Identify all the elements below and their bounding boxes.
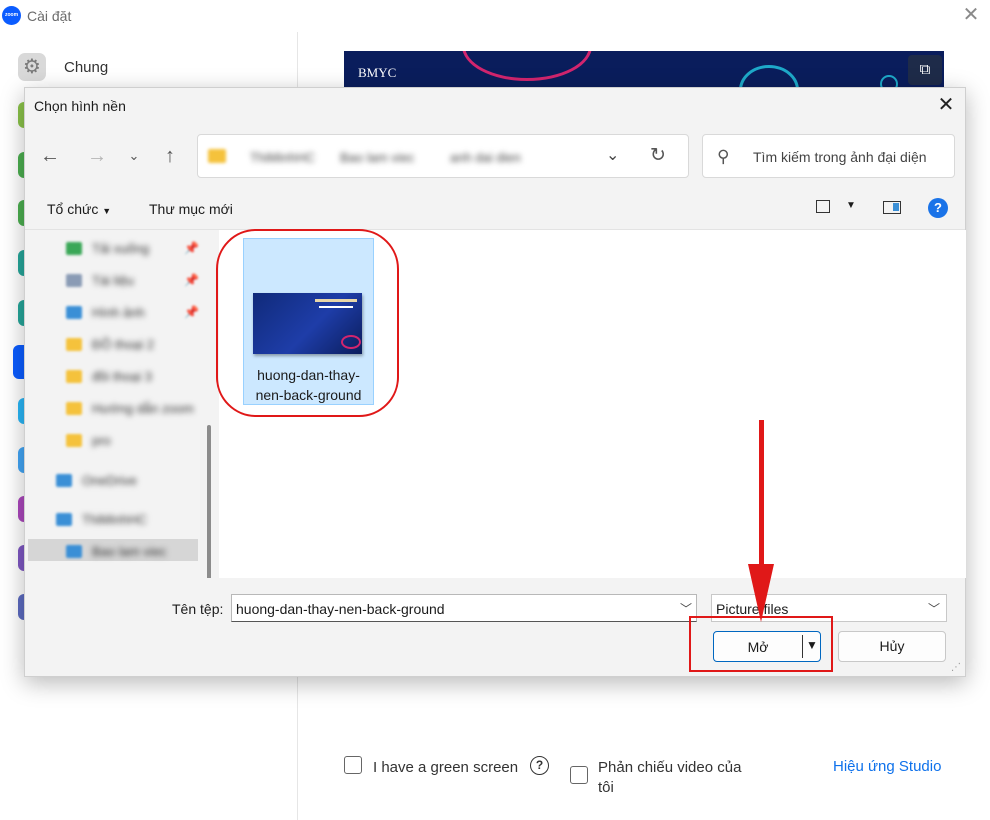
pin-icon: 📌 bbox=[184, 241, 199, 255]
nav-item[interactable]: ĐỒ thoại 2 bbox=[66, 334, 154, 354]
green-screen-checkbox[interactable] bbox=[344, 756, 362, 774]
annotation-arrow-head bbox=[748, 564, 774, 622]
pin-icon: 📌 bbox=[184, 305, 199, 319]
search-box[interactable]: ⚲ Tìm kiếm trong ảnh đại diện bbox=[702, 134, 955, 178]
filename-value: huong-dan-thay-nen-back-ground bbox=[236, 601, 445, 617]
folder-icon bbox=[208, 149, 226, 163]
folder-icon bbox=[56, 512, 72, 526]
folder-icon bbox=[66, 305, 82, 319]
refresh-icon[interactable]: ↻ bbox=[650, 144, 666, 167]
organize-button[interactable]: Tổ chức ▼ bbox=[47, 201, 111, 217]
forward-arrow-icon[interactable]: → bbox=[85, 144, 109, 168]
background-preview: BMYC bbox=[344, 51, 944, 91]
folder-icon bbox=[66, 337, 82, 351]
search-input[interactable]: Tìm kiếm trong ảnh đại diện bbox=[753, 149, 927, 165]
search-icon: ⚲ bbox=[717, 147, 730, 166]
copy-icon[interactable]: ⧉ bbox=[908, 55, 942, 85]
breadcrumb-item[interactable]: ThiMinhHC bbox=[250, 150, 315, 165]
back-arrow-icon[interactable]: ← bbox=[38, 144, 62, 168]
new-folder-button[interactable]: Thư mục mới bbox=[149, 201, 233, 217]
nav-item[interactable]: ThiMinhHC bbox=[56, 509, 147, 529]
nav-item-label: ĐỒ thoại 2 bbox=[92, 336, 155, 352]
sidebar-item-icon[interactable] bbox=[13, 345, 24, 379]
folder-icon bbox=[66, 369, 82, 383]
address-bar[interactable]: ThiMinhHC Bao lam viec anh dai dien ⌄ ↻ bbox=[197, 134, 689, 178]
preview-logo: BMYC bbox=[358, 65, 397, 80]
cancel-button[interactable]: Hủy bbox=[838, 631, 946, 662]
window-title: Cài đặt bbox=[27, 8, 72, 24]
nav-item[interactable]: Bao lam viec bbox=[66, 541, 166, 561]
nav-item[interactable]: Hướng dẫn zoom bbox=[66, 398, 194, 418]
navigation-pane: Tải xuống 📌 Tài liệu 📌 Hình ảnh 📌 ĐỒ thoại 2 đồ… bbox=[26, 230, 214, 578]
mirror-video-label: Phản chiếu video của tôi bbox=[598, 759, 742, 796]
breadcrumb-item[interactable]: Bao lam viec bbox=[340, 150, 414, 165]
resize-grip-icon[interactable]: ⋰ bbox=[951, 662, 961, 673]
nav-scrollbar[interactable] bbox=[207, 425, 211, 578]
nav-item-label: Bao lam viec bbox=[92, 543, 167, 559]
nav-item[interactable]: OneDrive bbox=[56, 470, 137, 490]
mirror-video-checkbox[interactable] bbox=[570, 766, 588, 784]
nav-item[interactable]: đồi thoại 3 bbox=[66, 366, 152, 386]
green-screen-label: I have a green screen bbox=[373, 759, 519, 776]
folder-icon bbox=[66, 433, 82, 447]
sidebar-item-label: Chung bbox=[64, 58, 109, 76]
view-mode-dropdown-icon[interactable]: ▼ bbox=[846, 200, 856, 211]
filename-label: Tên tệp: bbox=[172, 601, 224, 617]
nav-item-label: đồi thoại 3 bbox=[92, 368, 152, 384]
dialog-title: Chọn hình nền bbox=[34, 98, 126, 114]
help-icon[interactable]: ? bbox=[928, 198, 948, 218]
nav-item[interactable]: Hình ảnh bbox=[66, 302, 145, 322]
filename-dropdown-chevron-icon[interactable]: ﹀ bbox=[680, 600, 692, 617]
window-close-icon[interactable]: ✕ bbox=[960, 4, 982, 26]
zoom-titlebar: zoom Cài đặt ✕ bbox=[0, 0, 990, 32]
dialog-close-icon[interactable]: ✕ bbox=[935, 94, 957, 116]
preview-swirl-decoration bbox=[462, 51, 592, 81]
nav-item-label: Tài liệu bbox=[92, 272, 134, 288]
zoom-logo-icon: zoom bbox=[2, 6, 21, 25]
help-circle-icon[interactable]: ? bbox=[530, 756, 549, 775]
recent-locations-chevron-icon[interactable]: ⌄ bbox=[122, 144, 146, 168]
breadcrumb-item[interactable]: anh dai dien bbox=[450, 150, 521, 165]
nav-item-label: OneDrive bbox=[82, 472, 137, 488]
open-button-annotation-box bbox=[689, 616, 833, 672]
nav-item-label: Tải xuống bbox=[92, 240, 150, 256]
view-mode-icon[interactable] bbox=[816, 200, 830, 213]
studio-effects-link[interactable]: Hiệu ứng Studio bbox=[833, 758, 941, 775]
folder-icon bbox=[66, 401, 82, 415]
nav-item-label: Hình ảnh bbox=[92, 304, 145, 320]
nav-item[interactable]: Tải xuống bbox=[66, 238, 149, 258]
file-annotation-circle bbox=[216, 229, 399, 417]
folder-icon bbox=[66, 273, 82, 287]
nav-item-label: pro bbox=[92, 432, 111, 448]
background-options: I have a green screen ? Phản chiếu video… bbox=[340, 750, 950, 800]
file-open-dialog: Chọn hình nền ✕ ← → ⌄ ↑ ThiMinhHC Bao la… bbox=[24, 87, 966, 677]
folder-icon bbox=[56, 473, 72, 487]
nav-item-label: ThiMinhHC bbox=[82, 511, 148, 527]
sidebar-item-general[interactable]: ⚙ Chung bbox=[18, 52, 108, 82]
folder-icon bbox=[66, 544, 82, 558]
up-arrow-icon[interactable]: ↑ bbox=[158, 144, 182, 168]
organize-label: Tổ chức bbox=[47, 201, 99, 217]
filename-input[interactable]: huong-dan-thay-nen-back-ground ﹀ bbox=[231, 594, 697, 622]
gear-icon: ⚙ bbox=[18, 53, 46, 81]
annotation-arrow-shaft bbox=[759, 420, 764, 570]
preview-pane-icon[interactable] bbox=[883, 201, 901, 214]
filetype-dropdown-chevron-icon: ﹀ bbox=[928, 602, 941, 616]
nav-item-label: Hướng dẫn zoom bbox=[92, 400, 194, 416]
pin-icon: 📌 bbox=[184, 273, 199, 287]
nav-item[interactable]: pro bbox=[66, 430, 111, 450]
nav-item[interactable]: Tài liệu bbox=[66, 270, 134, 290]
folder-icon bbox=[66, 241, 82, 255]
address-dropdown-chevron-icon[interactable]: ⌄ bbox=[606, 145, 619, 165]
